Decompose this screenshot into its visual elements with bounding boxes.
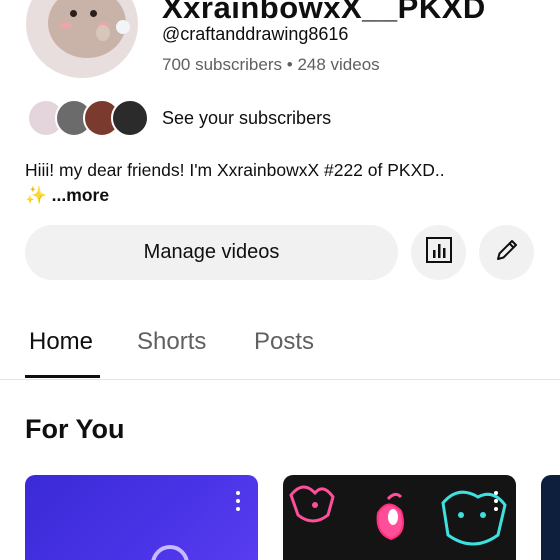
sparkle-icon: ✨ xyxy=(25,185,47,205)
subscriber-avatar xyxy=(111,99,149,137)
channel-description[interactable]: Hiii! my dear friends! I'm XxrainbowxX #… xyxy=(25,158,445,208)
analytics-button[interactable] xyxy=(411,225,466,280)
channel-name: XxrainbowxX__PKXD xyxy=(162,0,486,25)
video-thumbnail[interactable] xyxy=(541,475,560,560)
more-options-icon[interactable] xyxy=(494,491,498,511)
avatar-eye-right xyxy=(90,10,97,17)
active-tab-indicator xyxy=(25,375,100,378)
stats-separator: • xyxy=(286,55,293,74)
tab-shorts[interactable]: Shorts xyxy=(137,328,206,356)
avatar-bubble xyxy=(116,20,130,34)
avatar-hand xyxy=(96,25,110,41)
bar-chart-icon xyxy=(425,236,453,269)
subscriber-avatars[interactable] xyxy=(27,99,151,137)
manage-videos-button[interactable]: Manage videos xyxy=(25,225,398,280)
thumbnail-graphic xyxy=(151,545,189,560)
avatar-face xyxy=(48,0,126,58)
more-options-icon[interactable] xyxy=(236,491,240,511)
section-title: For You xyxy=(25,414,125,444)
avatar-eye-left xyxy=(70,10,77,17)
channel-avatar[interactable] xyxy=(26,0,138,78)
manage-videos-label: Manage videos xyxy=(143,241,280,263)
channel-tabs: Home Shorts Posts xyxy=(0,310,560,380)
subscriber-count: 700 subscribers xyxy=(162,55,283,74)
channel-handle: @craftanddrawing8616 xyxy=(162,24,349,44)
avatar-blush-left xyxy=(60,22,72,29)
edit-channel-button[interactable] xyxy=(479,225,534,280)
description-text: Hiii! my dear friends! I'm XxrainbowxX #… xyxy=(25,160,445,180)
tab-posts[interactable]: Posts xyxy=(254,328,314,356)
video-thumbnail[interactable] xyxy=(283,475,516,560)
video-thumbnail[interactable] xyxy=(25,475,258,560)
channel-stats: 700 subscribers • 248 videos xyxy=(162,55,380,75)
neon-art-graphic xyxy=(289,485,507,546)
more-link[interactable]: ...more xyxy=(52,185,109,205)
see-subscribers-link[interactable]: See your subscribers xyxy=(162,108,331,129)
tab-home[interactable]: Home xyxy=(29,328,93,356)
pencil-icon xyxy=(492,235,522,270)
video-count: 248 videos xyxy=(297,55,380,74)
